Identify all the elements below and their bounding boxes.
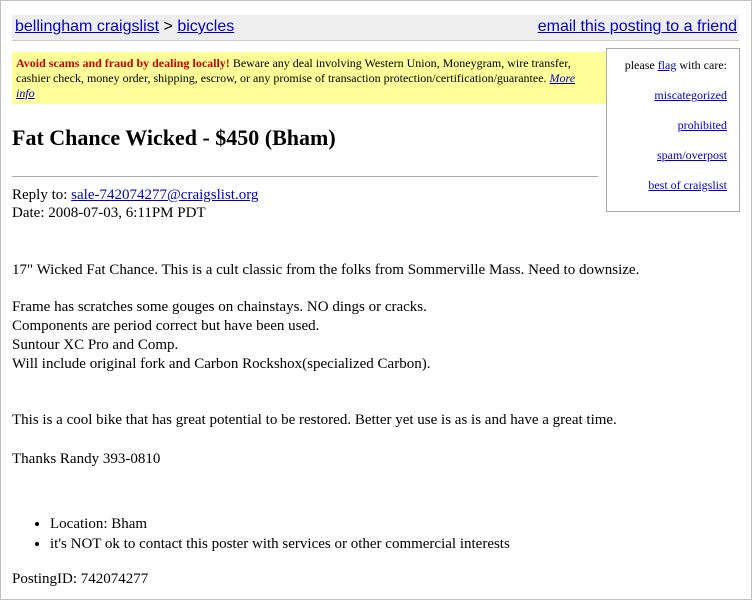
posting-meta: Reply to: sale-742074277@craigslist.org … (12, 186, 258, 222)
email-posting-link[interactable]: email this posting to a friend (538, 15, 737, 39)
reply-label: Reply to: (12, 187, 72, 203)
detail-line: Suntour XC Pro and Comp. (12, 337, 179, 353)
city-link[interactable]: bellingham craigslist (15, 18, 159, 35)
flag-prohibited[interactable]: prohibited (678, 118, 727, 132)
posting-title: Fat Chance Wicked - $450 (Bham) (12, 125, 336, 150)
title-divider (12, 176, 598, 177)
reply-email-link[interactable]: sale-742074277@craigslist.org (71, 187, 258, 203)
flag-suffix: with care: (676, 58, 727, 72)
category-link[interactable]: bicycles (177, 18, 234, 35)
flag-spam-overpost[interactable]: spam/overpost (657, 148, 727, 162)
posting-attributes: Location: Bham it's NOT ok to contact th… (12, 514, 510, 554)
body-thanks: Thanks Randy 393-0810 (12, 451, 161, 467)
breadcrumb-separator: > (163, 18, 173, 35)
detail-line: Components are period correct but have b… (12, 318, 320, 334)
flag-miscategorized[interactable]: miscategorized (654, 88, 727, 102)
posting-date: Date: 2008-07-03, 6:11PM PDT (12, 205, 206, 221)
body-paragraph-closing: This is a cool bike that has great poten… (12, 412, 617, 428)
flag-prefix: please (624, 58, 658, 72)
detail-line: Frame has scratches some gouges on chain… (12, 299, 427, 315)
flag-link[interactable]: flag (658, 58, 677, 72)
flag-box: please flag with care: miscategorized pr… (606, 48, 740, 212)
list-item: Location: Bham (50, 514, 510, 534)
detail-line: Will include original fork and Carbon Ro… (12, 356, 431, 372)
warning-headline: Avoid scams and fraud by dealing locally… (16, 56, 230, 70)
posting-id: PostingID: 742074277 (12, 571, 149, 587)
breadcrumb: bellingham craigslist > bicycles (15, 15, 234, 39)
reply-line: Reply to: sale-742074277@craigslist.org (12, 186, 258, 204)
list-item: it's NOT ok to contact this poster with … (50, 534, 510, 554)
breadcrumb-bar: bellingham craigslist > bicycles email t… (12, 15, 739, 41)
body-paragraph-intro: 17" Wicked Fat Chance. This is a cult cl… (12, 262, 640, 278)
flag-heading: please flag with care: (607, 57, 727, 73)
body-details: Frame has scratches some gouges on chain… (12, 298, 430, 374)
flag-best-of-craigslist[interactable]: best of craigslist (648, 178, 727, 192)
